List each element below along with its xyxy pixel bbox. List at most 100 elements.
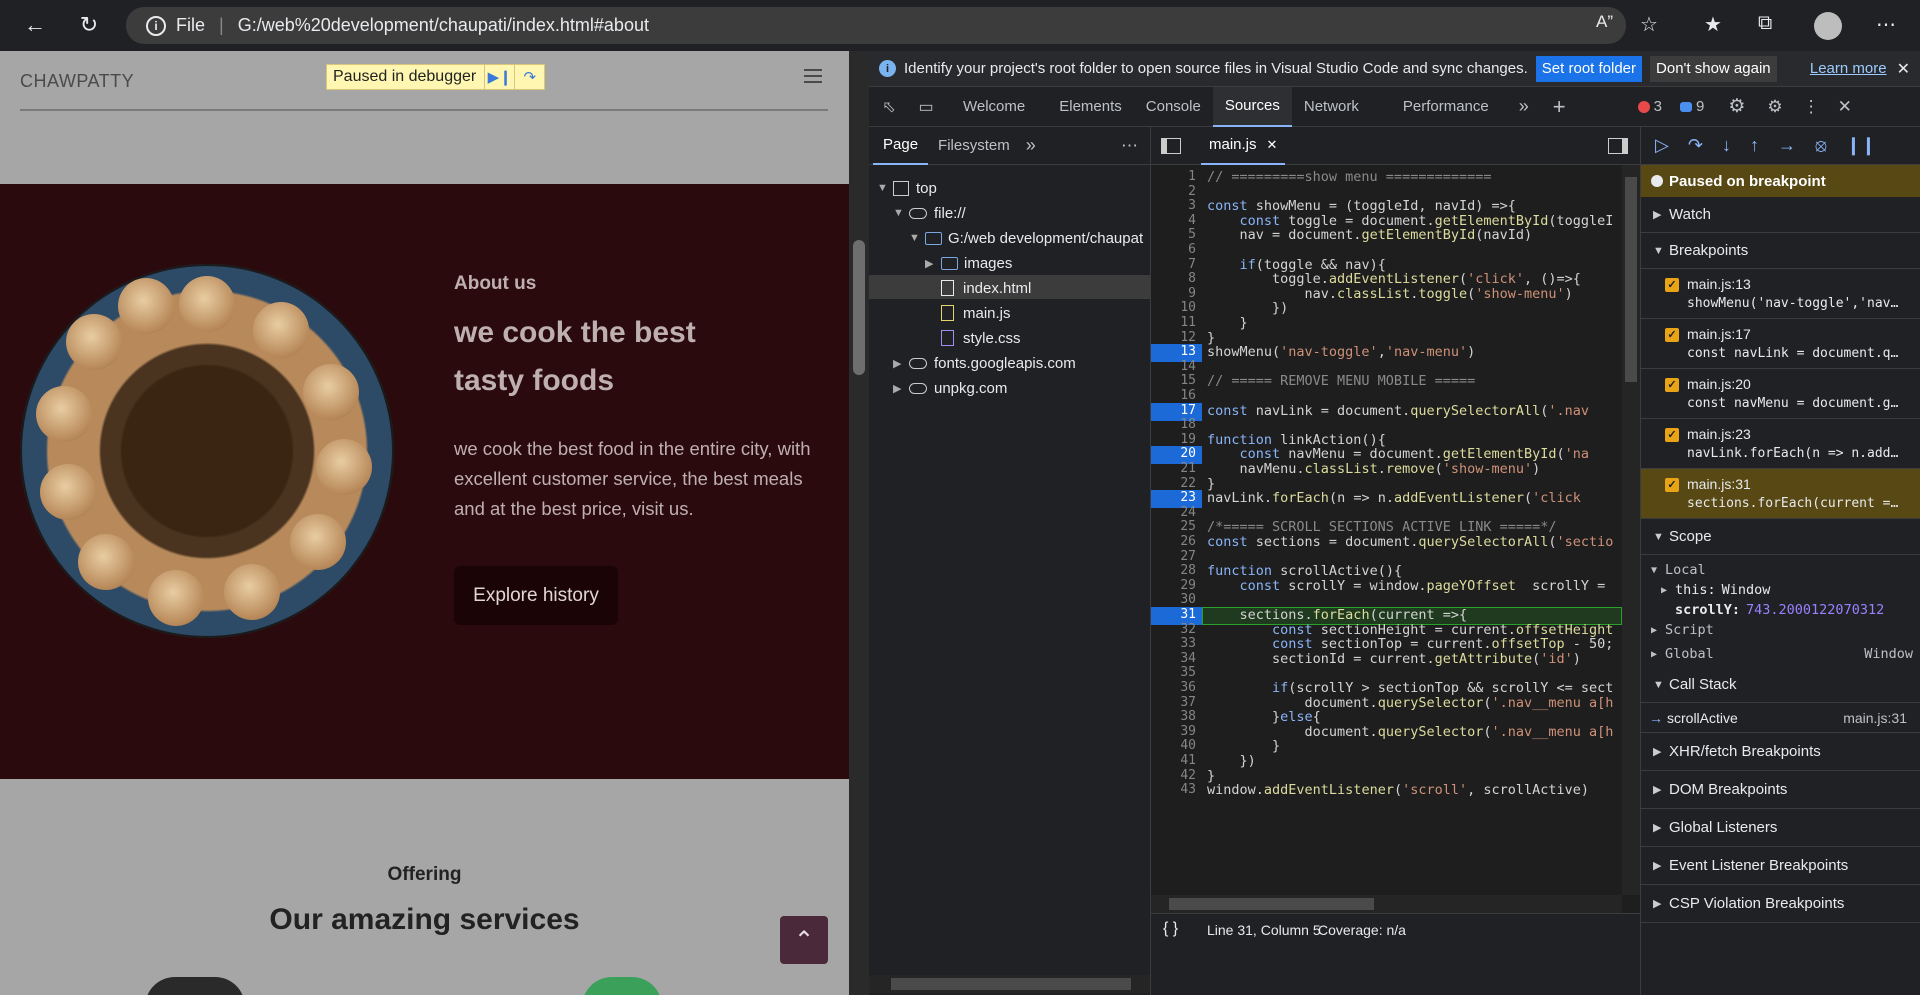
site-logo[interactable]: CHAWPATTY: [20, 71, 134, 92]
breakpoint-item[interactable]: ✓ main.js:13 showMenu('nav-toggle','nav…: [1641, 269, 1920, 319]
add-tab-icon[interactable]: +: [1553, 94, 1566, 120]
code-line[interactable]: const navLink = document.querySelectorAl…: [1207, 403, 1589, 421]
checkbox-checked[interactable]: ✓: [1665, 478, 1679, 492]
page-scrollbar-thumb[interactable]: [853, 240, 865, 375]
cursor-position[interactable]: Line 31, Column 5: [1207, 922, 1321, 938]
code-line[interactable]: navLink.forEach(n => n.addEventListener(…: [1207, 490, 1581, 508]
step-into-icon[interactable]: ↓: [1722, 135, 1731, 156]
code-line[interactable]: const sections = document.querySelectorA…: [1207, 534, 1613, 552]
error-count-badge[interactable]: 3: [1637, 98, 1662, 115]
customize-icon[interactable]: ⚙: [1767, 97, 1782, 117]
call-stack-frame[interactable]: → scrollActive main.js:31: [1641, 703, 1920, 733]
tab-page[interactable]: Page: [873, 127, 929, 165]
tree-item-top[interactable]: ▼ top: [877, 176, 937, 200]
pause-on-exceptions-icon[interactable]: ❙❙: [1846, 135, 1876, 156]
collections-icon[interactable]: ⧉: [1758, 12, 1772, 35]
scope-local[interactable]: ▼ Local: [1651, 559, 1706, 581]
code-line[interactable]: showMenu('nav-toggle','nav-menu'): [1207, 344, 1475, 362]
code-line[interactable]: sectionId = current.getAttribute('id'): [1207, 651, 1581, 669]
navigator-hscroll[interactable]: [869, 975, 1150, 993]
section-call-stack[interactable]: ▼ Call Stack: [1641, 667, 1920, 703]
more-tabs-icon[interactable]: »: [1026, 135, 1036, 156]
section-event-listener-breakpoints[interactable]: ▶ Event Listener Breakpoints: [1641, 847, 1920, 885]
line-number[interactable]: 43: [1151, 782, 1202, 800]
tree-item-unpkg[interactable]: ▶ unpkg.com: [893, 376, 1007, 400]
code-line[interactable]: nav = document.getElementById(navId): [1207, 227, 1533, 245]
step-out-icon[interactable]: ↑: [1750, 135, 1759, 156]
code-line[interactable]: const scrollY = window.pageYOffset scrol…: [1207, 578, 1606, 596]
device-toolbar-icon[interactable]: ▭: [909, 97, 943, 117]
checkbox-checked[interactable]: ✓: [1665, 378, 1679, 392]
section-breakpoints[interactable]: ▼ Breakpoints: [1641, 233, 1920, 269]
learn-more-link[interactable]: Learn more: [1810, 60, 1887, 77]
set-root-folder-button[interactable]: Set root folder: [1535, 55, 1643, 82]
code-line[interactable]: navMenu.classList.remove('show-menu'): [1207, 461, 1541, 479]
scope-scrolly[interactable]: scrollY: 743.2000122070312: [1675, 599, 1884, 621]
tree-item-index-html[interactable]: index.html: [941, 276, 1031, 300]
tab-performance[interactable]: Performance: [1391, 87, 1501, 127]
section-watch[interactable]: ▶ Watch: [1641, 197, 1920, 233]
refresh-icon[interactable]: ↻: [74, 10, 104, 40]
close-tab-icon[interactable]: ✕: [1267, 137, 1278, 153]
message-count-badge[interactable]: 9: [1679, 98, 1704, 115]
dont-show-again-button[interactable]: Don't show again: [1650, 55, 1777, 82]
step-over-icon[interactable]: ↷: [514, 65, 544, 89]
step-over-icon[interactable]: ↷: [1688, 135, 1703, 156]
scroll-top-button[interactable]: ⌃: [780, 916, 828, 964]
tab-filesystem[interactable]: Filesystem: [928, 127, 1020, 165]
tree-item-style-css[interactable]: style.css: [941, 326, 1021, 350]
more-menu-icon[interactable]: ⋯: [1876, 12, 1896, 37]
checkbox-checked[interactable]: ✓: [1665, 328, 1679, 342]
breakpoint-item[interactable]: ✓ main.js:23 navLink.forEach(n => n.add…: [1641, 419, 1920, 469]
tree-item-file[interactable]: ▼ file://: [893, 201, 966, 225]
back-icon[interactable]: ←: [20, 10, 50, 40]
tab-console[interactable]: Console: [1134, 87, 1213, 127]
pretty-print-icon[interactable]: { }: [1163, 920, 1178, 938]
info-icon[interactable]: i: [146, 15, 166, 36]
tab-elements[interactable]: Elements: [1047, 87, 1134, 127]
breakpoint-item[interactable]: ✓ main.js:20 const navMenu = document.g…: [1641, 369, 1920, 419]
editor-hscroll-thumb[interactable]: [1169, 898, 1374, 910]
hamburger-menu-icon[interactable]: [804, 69, 822, 83]
url-text[interactable]: G:/web%20development/chaupati/index.html…: [238, 15, 649, 36]
code-line[interactable]: window.addEventListener('scroll', scroll…: [1207, 782, 1589, 800]
section-csp-violation-breakpoints[interactable]: ▶ CSP Violation Breakpoints: [1641, 885, 1920, 923]
scope-global[interactable]: ▶ Global Window: [1651, 643, 1913, 665]
explore-history-button[interactable]: Explore history: [454, 566, 618, 625]
profile-avatar[interactable]: [1814, 12, 1842, 40]
tab-sources[interactable]: Sources: [1212, 86, 1292, 127]
scope-script[interactable]: ▶ Script: [1651, 619, 1714, 641]
section-global-listeners[interactable]: ▶ Global Listeners: [1641, 809, 1920, 847]
section-scope[interactable]: ▼ Scope: [1641, 519, 1920, 555]
toggle-navigator-icon[interactable]: [1161, 137, 1181, 154]
add-favorite-icon[interactable]: ☆: [1640, 12, 1658, 37]
code-line[interactable]: // ===== REMOVE MENU MOBILE =====: [1207, 373, 1475, 391]
tree-item-images[interactable]: ▶ images: [925, 251, 1012, 275]
settings-gear-icon[interactable]: ⚙: [1728, 95, 1745, 118]
address-bar[interactable]: i File | G:/web%20development/chaupati/i…: [126, 7, 1626, 44]
more-options-icon[interactable]: ⋮: [1803, 97, 1820, 117]
tree-item-fonts[interactable]: ▶ fonts.googleapis.com: [893, 351, 1076, 375]
scope-this[interactable]: ▶ this: Window: [1661, 579, 1770, 601]
navigator-menu-icon[interactable]: ⋯: [1121, 136, 1138, 156]
resume-icon[interactable]: ▶❙: [484, 65, 514, 89]
step-icon[interactable]: →: [1778, 135, 1796, 156]
checkbox-checked[interactable]: ✓: [1665, 278, 1679, 292]
checkbox-checked[interactable]: ✓: [1665, 428, 1679, 442]
toggle-debugger-icon[interactable]: [1608, 137, 1628, 154]
section-dom-breakpoints[interactable]: ▶ DOM Breakpoints: [1641, 771, 1920, 809]
close-devtools-icon[interactable]: ✕: [1838, 97, 1852, 117]
tree-item-main-js[interactable]: main.js: [941, 301, 1011, 325]
breakpoint-item-active[interactable]: ✓ main.js:31 sections.forEach(current =…: [1641, 469, 1920, 519]
code-area[interactable]: 1// =========show menu ============= 2 3 co…: [1151, 165, 1622, 895]
page-scrollbar[interactable]: [849, 51, 869, 995]
deactivate-breakpoints-icon[interactable]: ⦻: [1815, 135, 1827, 156]
more-tabs-icon[interactable]: »: [1519, 96, 1529, 117]
breakpoint-item[interactable]: ✓ main.js:17 const navLink = document.q…: [1641, 319, 1920, 369]
tab-network[interactable]: Network: [1292, 87, 1371, 127]
code-line[interactable]: // =========show menu =============: [1207, 169, 1491, 187]
close-icon[interactable]: ✕: [1897, 59, 1910, 79]
resume-icon[interactable]: ▷: [1655, 135, 1669, 156]
inspect-element-icon[interactable]: ⬁: [869, 97, 909, 117]
read-aloud-icon[interactable]: A”: [1596, 12, 1613, 32]
